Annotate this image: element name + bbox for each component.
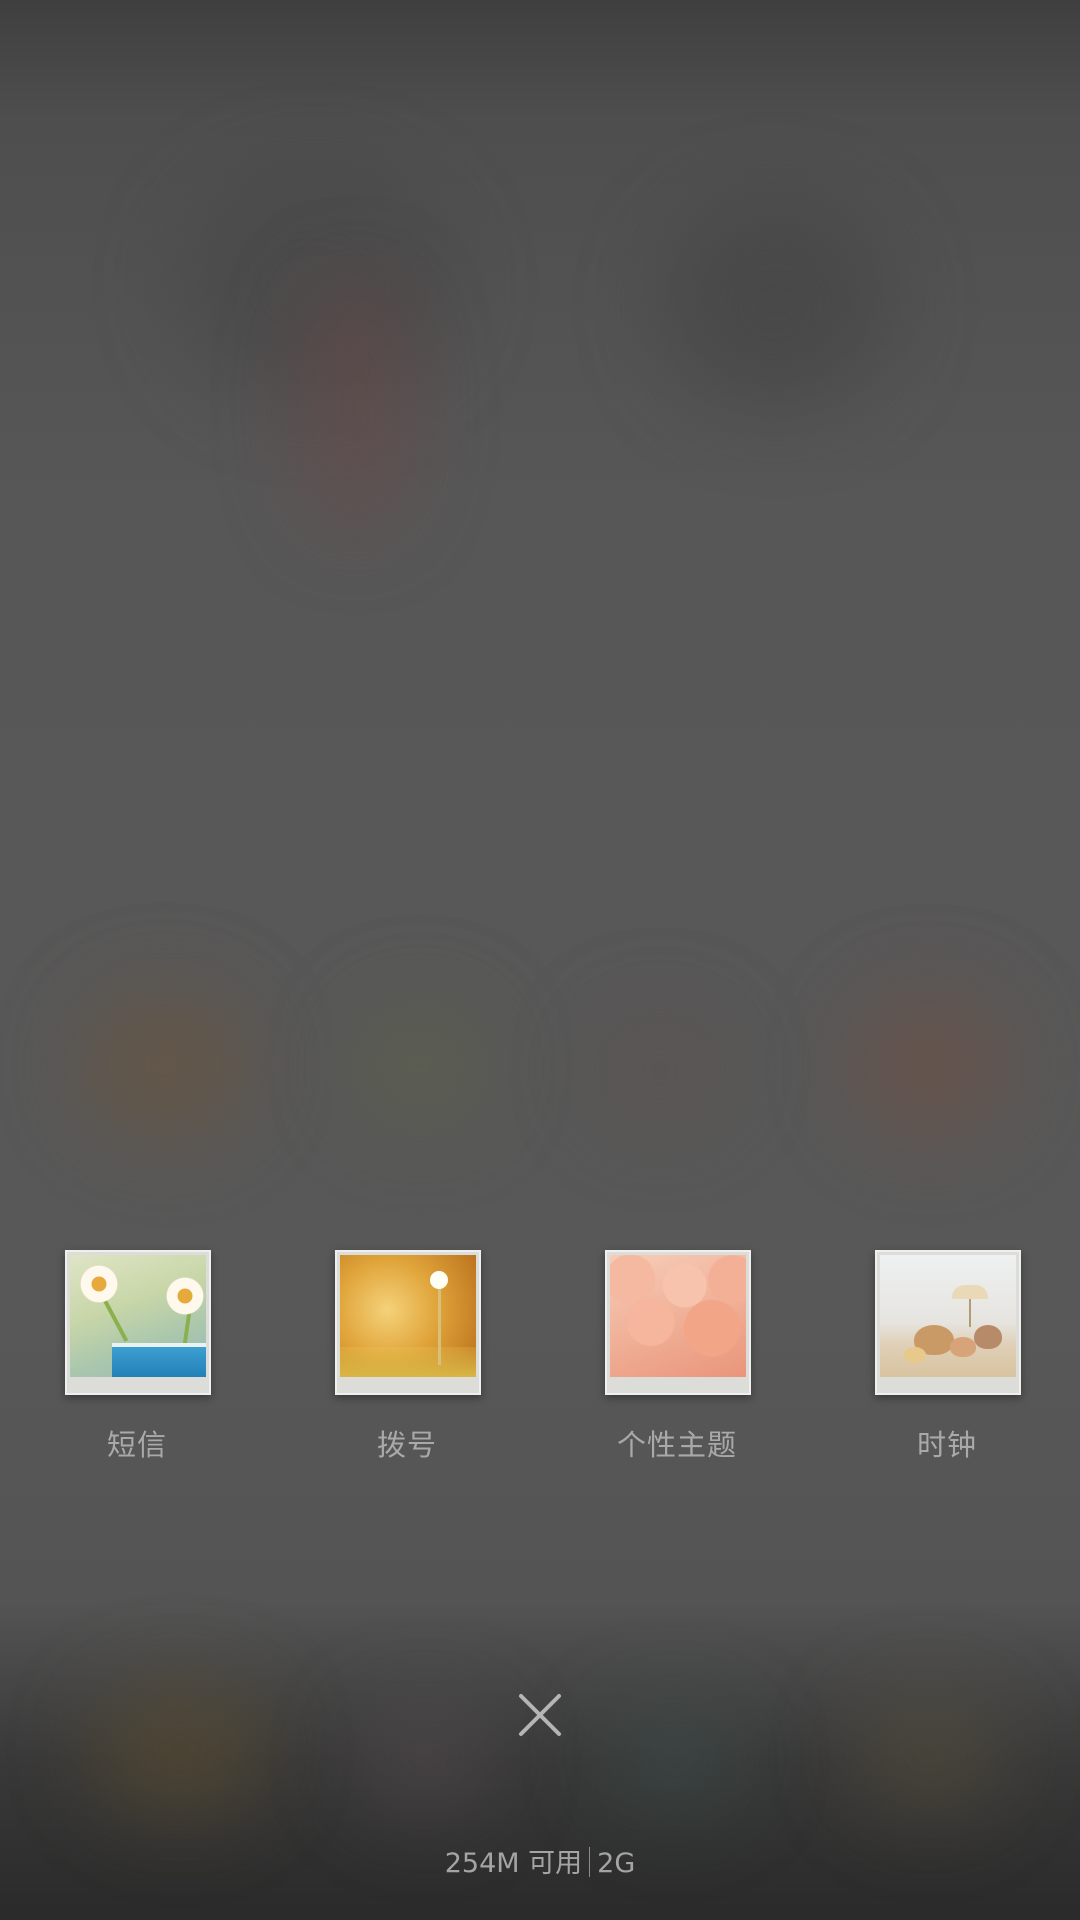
blurred-dock-icon <box>600 1700 750 1820</box>
peonies-photo-icon <box>610 1255 746 1377</box>
recent-app-sms[interactable]: 短信 <box>62 1250 212 1470</box>
recent-apps-screen: 短信 拨号 个性主题 时钟 254M 可用 2G <box>0 0 1080 1920</box>
memory-info: 254M 可用 2G <box>0 1841 1080 1880</box>
blurred-app-icon <box>590 1010 730 1130</box>
blurred-app-icon <box>850 990 1010 1140</box>
recent-app-label: 时钟 <box>916 1428 977 1462</box>
dandelion-photo-icon <box>340 1255 476 1377</box>
app-thumbnail[interactable] <box>605 1250 751 1395</box>
recent-app-label: 短信 <box>106 1428 167 1462</box>
recent-app-label: 拨号 <box>376 1428 437 1462</box>
recent-app-themes[interactable]: 个性主题 <box>602 1250 752 1470</box>
close-icon <box>509 1684 571 1746</box>
blurred-app-icon <box>350 1000 490 1130</box>
memory-available: 254M 可用 <box>444 1848 583 1879</box>
blurred-app-icon <box>80 990 250 1140</box>
blurred-widget-accent <box>300 280 410 530</box>
app-thumbnail[interactable] <box>65 1250 211 1395</box>
recent-app-clock[interactable]: 时钟 <box>872 1250 1022 1470</box>
recent-app-dialer[interactable]: 拨号 <box>332 1250 482 1470</box>
recent-app-label: 个性主题 <box>616 1428 737 1462</box>
blurred-widget <box>660 200 890 410</box>
seashells-photo-icon <box>880 1255 1016 1377</box>
close-all-button[interactable] <box>509 1684 571 1746</box>
app-thumbnail[interactable] <box>335 1250 481 1395</box>
recent-apps-row: 短信 拨号 个性主题 时钟 <box>0 1250 1080 1470</box>
blurred-dock-icon <box>850 1690 1010 1820</box>
blurred-dock-icon <box>90 1680 270 1820</box>
memory-total: 2G <box>597 1848 636 1879</box>
blurred-dock-icon <box>350 1700 500 1820</box>
daisies-photo-icon <box>70 1255 206 1377</box>
app-thumbnail[interactable] <box>875 1250 1021 1395</box>
memory-divider <box>589 1847 591 1877</box>
